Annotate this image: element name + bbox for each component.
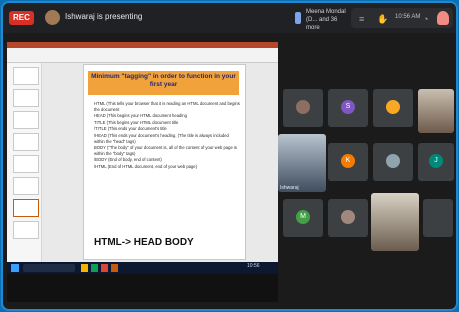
start-icon[interactable] [11,264,19,272]
clock-icon: ◔ [423,14,429,24]
participant-tile[interactable]: M [283,199,323,237]
avatar: K [341,154,355,168]
slide-title: Minimum "tagging" in order to function i… [88,71,239,95]
windows-taskbar: 10:56 [7,262,278,274]
meeting-participants-info: Meena Mondal (D... and 36 more [306,9,346,31]
slide-thumbnail-active[interactable] [13,199,39,217]
avatar [341,210,355,224]
slide-bullet: /TITLE (This ends your document's title [94,126,167,132]
slide-thumbnail[interactable] [13,89,39,107]
presenter-avatar [45,10,60,25]
slide-thumbnail[interactable] [13,67,39,85]
participant-tile[interactable] [328,199,368,237]
pin-icon[interactable] [295,12,301,24]
self-video[interactable]: Ishwaraj [278,134,326,192]
taskbar-search[interactable] [23,264,75,272]
taskbar-clock: 10:56 [247,263,260,269]
folder-icon[interactable] [81,264,88,272]
hand-icon[interactable]: ✋ [377,14,388,25]
avatar: S [341,100,355,114]
shared-screen: Minimum "tagging" in order to function i… [7,42,278,302]
slide-bullet: HEAD (This begins your HTML document hea… [94,113,187,119]
avatar [386,100,400,114]
participant-tile[interactable] [373,89,413,127]
current-slide: Minimum "tagging" in order to function i… [83,64,246,260]
slide-bullets: HTML (This tells your browser that it is… [94,101,240,171]
avatar [386,154,400,168]
slide-thumbnail[interactable] [13,133,39,151]
slide-thumbnail[interactable] [13,221,39,239]
self-name-label: Ishwaraj [280,185,299,191]
avatar [296,100,310,114]
participant-tile[interactable] [283,89,323,127]
clock: 10:56 AM [395,14,421,20]
slide-thumbnail[interactable] [13,155,39,173]
presenting-status: Ishwaraj is presenting [65,12,143,21]
slide-bullet: TITLE (This begins your HTML document ti… [94,119,179,125]
participant-tile[interactable] [423,199,453,237]
ppt-ribbon [7,48,278,63]
participant-tile[interactable]: K [328,143,368,181]
participant-video[interactable] [371,193,419,251]
slide-bullet: HTML (This tells your browser that it is… [94,101,240,112]
slide-thumbnail[interactable] [13,111,39,129]
slide-bullet: /HTML (End of HTML document, end of your… [94,163,198,169]
slide-bullet: /BODY (End of body, end of content) [94,157,162,163]
captions-icon[interactable]: ≡ [359,14,364,24]
recording-badge: REC [9,11,34,25]
slide-thumbnail[interactable] [13,177,39,195]
participant-video[interactable] [418,89,454,133]
participant-tile[interactable]: J [418,143,454,181]
top-bar: REC Ishwaraj is presenting Meena Mondal … [3,3,456,33]
powerpoint-icon[interactable] [111,264,118,272]
powerpoint-window: Minimum "tagging" in order to function i… [7,42,278,262]
slide-thumbnails [7,63,42,262]
slide-footer-text: HTML-> HEAD BODY [94,237,194,248]
avatar: M [296,210,310,224]
participant-tile[interactable]: S [328,89,368,127]
chrome-icon[interactable] [91,264,98,272]
account-icon[interactable] [437,11,449,25]
slide-bullet: BODY ("The body" of your document is, al… [94,145,238,156]
participant-tile[interactable] [373,143,413,181]
top-controls: ≡ ✋ 10:56 AM ◔ [351,8,453,28]
slide-bullet: /HEAD (This ends your document's heading… [94,132,229,144]
meet-window: REC Ishwaraj is presenting Meena Mondal … [3,3,456,309]
avatar: J [429,154,443,168]
app-icon[interactable] [101,264,108,272]
